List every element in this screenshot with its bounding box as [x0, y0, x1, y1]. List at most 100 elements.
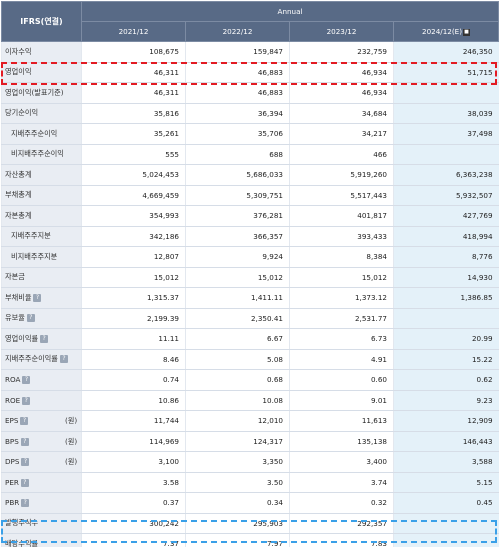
value-cell: 2,531.77	[289, 307, 394, 329]
forecast-value-cell: 5,932,507	[392, 184, 499, 206]
row-label-cell: DPS? (원)	[1, 451, 82, 473]
row-label: PBR	[5, 498, 20, 508]
forecast-value-cell: 5.15	[392, 471, 499, 493]
question-mark-icon[interactable]: ?	[26, 314, 35, 323]
row-unit: (원)	[65, 416, 78, 426]
forecast-value-cell: 246,350	[392, 41, 499, 63]
question-mark-icon[interactable]: ?	[40, 334, 49, 343]
value-cell: 12,807	[81, 246, 186, 268]
table-row: EPS? (원) 11,744 12,010 11,613 12,909	[1, 410, 499, 432]
financial-summary-table-container: IFRS(연결) Annual 2021/12 2022/12 2023/12 …	[1, 1, 500, 547]
table-row: 당기순이익 35,816 36,394 34,684 38,039	[1, 102, 499, 124]
question-mark-icon[interactable]: ?	[20, 437, 29, 446]
value-cell: 15,012	[81, 266, 186, 288]
question-mark-icon[interactable]: ?	[33, 293, 42, 302]
value-cell: 366,357	[185, 225, 290, 247]
forecast-value-cell: 146,443	[392, 430, 499, 452]
value-cell: 35,706	[185, 123, 290, 145]
value-cell: 2,350.41	[185, 307, 290, 329]
question-mark-icon[interactable]: ?	[21, 499, 30, 508]
row-label-cell: 영업이익	[1, 61, 82, 83]
forecast-value-cell: 3,588	[392, 451, 499, 473]
row-label: 유보율	[5, 313, 25, 323]
row-unit: (원)	[65, 457, 78, 467]
row-label: 비지배주주지분	[11, 251, 58, 261]
forecast-value-cell: 14,930	[392, 266, 499, 288]
row-label-cell: 지배주주순이익	[1, 123, 82, 145]
table-row: BPS? (원) 114,969 124,317 135,138 146,443	[1, 430, 499, 452]
forecast-value-cell: 427,769	[392, 205, 499, 227]
value-cell: 10.08	[185, 389, 290, 411]
question-mark-icon[interactable]: ?	[22, 376, 31, 385]
row-label-cell: 자산총계	[1, 164, 82, 186]
value-cell: 342,186	[81, 225, 186, 247]
value-cell: 300,242	[81, 512, 186, 534]
value-cell: 11,613	[289, 410, 394, 432]
value-cell: 354,993	[81, 205, 186, 227]
annual-group-header: Annual	[80, 1, 500, 22]
value-cell: 3.58	[81, 471, 186, 493]
value-cell: 5,024,453	[81, 164, 186, 186]
row-label-cell: EPS? (원)	[1, 410, 82, 432]
question-mark-icon[interactable]: ?	[59, 355, 68, 364]
value-cell: 6.73	[289, 328, 394, 350]
value-cell: 35,816	[81, 102, 186, 124]
forecast-value-cell: 0.62	[392, 369, 499, 391]
table-row: 비지배주주순이익 555 688 466	[1, 143, 499, 165]
table-row: 비지배주주지분 12,807 9,924 8,384 8,776	[1, 246, 499, 268]
value-cell: 159,847	[185, 41, 290, 63]
value-cell: 10.86	[81, 389, 186, 411]
value-cell: 46,311	[81, 61, 186, 83]
forecast-value-cell	[392, 533, 499, 547]
row-label-cell: 발행주식수	[1, 512, 82, 534]
forecast-value-cell	[392, 82, 499, 104]
row-label: 영업이익률	[5, 333, 39, 343]
value-cell: 7.37	[81, 533, 186, 547]
row-label-cell: 자본금	[1, 266, 82, 288]
row-label-cell: PER?	[1, 471, 82, 493]
table-row: 영업이익률? 11.11 6.67 6.73 20.99	[1, 328, 499, 350]
value-cell: 0.32	[289, 492, 394, 514]
value-cell: 46,311	[81, 82, 186, 104]
table-row: 자산총계 5,024,453 5,686,033 5,919,260 6,363,238	[1, 164, 499, 186]
value-cell: 114,969	[81, 430, 186, 452]
row-label-cell: 배당수익률	[1, 533, 82, 547]
row-label: 지배주주지분	[11, 231, 51, 241]
row-label: 지배주주순이익	[11, 128, 58, 138]
value-cell: 2,199.39	[81, 307, 186, 329]
forecast-value-cell: 6,363,238	[392, 164, 499, 186]
row-unit: (원)	[65, 436, 78, 446]
question-mark-icon[interactable]: ?	[20, 417, 29, 426]
estimate-info-icon[interactable]: ■	[463, 28, 471, 36]
year-header-2022: 2022/12	[185, 21, 290, 42]
row-label: 발행주식수	[5, 518, 39, 528]
value-cell: 124,317	[185, 430, 290, 452]
question-mark-icon[interactable]: ?	[21, 458, 30, 467]
row-label: ROE	[5, 395, 21, 405]
question-mark-icon[interactable]: ?	[20, 478, 29, 487]
value-cell: 0.74	[81, 369, 186, 391]
table-row: PER? 3.58 3.50 3.74 5.15	[1, 471, 499, 493]
value-cell: 46,883	[185, 82, 290, 104]
value-cell: 15,012	[289, 266, 394, 288]
forecast-value-cell: 20.99	[392, 328, 499, 350]
row-label: 비지배주주순이익	[11, 149, 64, 159]
row-label: 영업이익	[5, 67, 32, 77]
forecast-value-cell: 9.23	[392, 389, 499, 411]
row-label: ROA	[5, 375, 21, 385]
forecast-value-cell: 51,715	[392, 61, 499, 83]
question-mark-icon[interactable]: ?	[22, 396, 31, 405]
row-label: 배당수익률	[5, 538, 39, 547]
value-cell: 6.67	[185, 328, 290, 350]
row-label-cell: 영업이익(발표기준)	[1, 82, 82, 104]
value-cell: 15,012	[185, 266, 290, 288]
row-label: BPS	[5, 436, 19, 446]
value-cell: 3,400	[289, 451, 394, 473]
value-cell: 0.68	[185, 369, 290, 391]
table-row: 부채총계 4,669,459 5,309,751 5,517,443 5,932,507	[1, 184, 499, 206]
value-cell: 3,350	[185, 451, 290, 473]
table-row: 지배주주지분 342,186 366,357 393,433 418,994	[1, 225, 499, 247]
year-header-2021: 2021/12	[81, 21, 186, 42]
table-row: 지배주주순이익 35,261 35,706 34,217 37,498	[1, 123, 499, 145]
row-label: EPS	[5, 416, 19, 426]
